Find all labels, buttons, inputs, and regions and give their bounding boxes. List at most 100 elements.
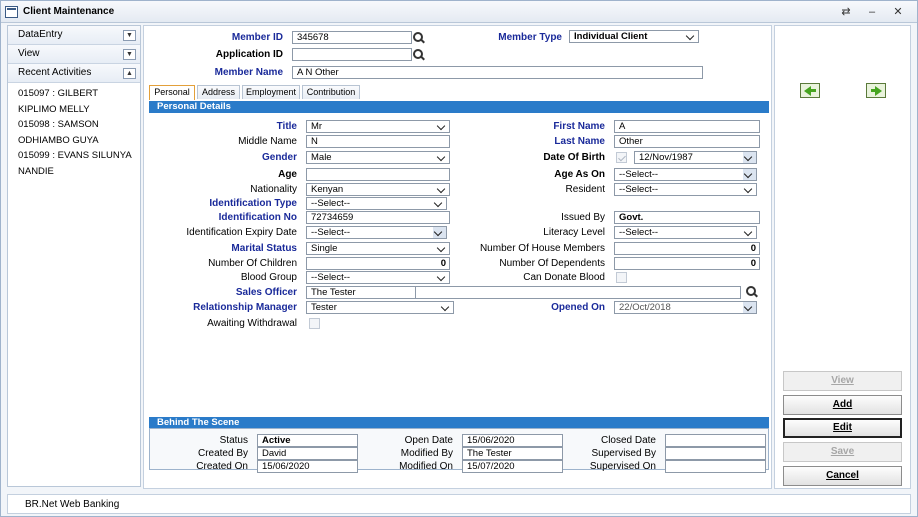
- minimize-icon[interactable]: –: [863, 4, 881, 20]
- list-item[interactable]: ODHIAMBO GUYA: [8, 133, 140, 149]
- age-field[interactable]: [306, 168, 450, 181]
- sales-officer-name-field[interactable]: [415, 286, 741, 299]
- chevron-down-icon[interactable]: ▼: [123, 30, 136, 41]
- save-button[interactable]: Save: [783, 442, 902, 462]
- title-bar: Client Maintenance ⇄ – ✕: [1, 1, 917, 23]
- close-icon[interactable]: ✕: [889, 4, 907, 20]
- tab-address[interactable]: Address: [197, 85, 240, 99]
- search-icon[interactable]: [413, 49, 425, 61]
- chevron-down-icon: [745, 229, 753, 235]
- tab-personal[interactable]: Personal: [149, 85, 195, 100]
- id-no-field[interactable]: 72734659: [306, 211, 450, 224]
- marital-status-select[interactable]: Single: [306, 242, 450, 255]
- sidebar-recent-label: Recent Activities: [18, 67, 92, 78]
- title-select[interactable]: Mr: [306, 120, 450, 133]
- last-name-field[interactable]: Other: [614, 135, 760, 148]
- relationship-manager-select[interactable]: Tester: [306, 301, 454, 314]
- next-record-button[interactable]: [866, 83, 886, 98]
- open-date-label: Open Date: [404, 435, 453, 446]
- edit-button[interactable]: Edit: [783, 418, 902, 438]
- dob-label: Date Of Birth: [543, 152, 605, 163]
- age-as-on-select[interactable]: --Select--: [614, 168, 757, 181]
- sidebar-recent[interactable]: Recent Activities ▲: [8, 64, 140, 83]
- literacy-select[interactable]: --Select--: [614, 226, 757, 239]
- main-panel: Member ID 345678 Application ID Member T…: [143, 25, 772, 489]
- relationship-manager-label: Relationship Manager: [193, 302, 297, 313]
- chevron-up-icon[interactable]: ▲: [123, 68, 136, 79]
- nationality-label: Nationality: [250, 184, 297, 195]
- status-bar: BR.Net Web Banking: [7, 494, 911, 514]
- view-button[interactable]: View: [783, 371, 902, 391]
- id-expiry-select[interactable]: --Select--: [306, 226, 447, 239]
- closed-date-field: [665, 434, 766, 447]
- nationality-value: Kenyan: [311, 184, 344, 195]
- blood-group-select[interactable]: --Select--: [306, 271, 450, 284]
- member-type-select[interactable]: Individual Client: [569, 30, 699, 43]
- marital-status-label: Marital Status: [231, 243, 297, 254]
- id-type-select[interactable]: --Select--: [306, 197, 447, 210]
- chevron-down-icon: [435, 200, 443, 206]
- add-button[interactable]: Add: [783, 395, 902, 415]
- donate-blood-checkbox[interactable]: [616, 272, 627, 283]
- first-name-field[interactable]: A: [614, 120, 760, 133]
- dob-checkbox[interactable]: [616, 152, 627, 163]
- children-field[interactable]: 0: [306, 257, 450, 270]
- application-id-field[interactable]: [292, 48, 412, 61]
- awaiting-withdrawal-label: Awaiting Withdrawal: [207, 318, 297, 329]
- list-item[interactable]: NANDIE: [8, 164, 140, 180]
- marital-status-value: Single: [311, 243, 338, 254]
- status-bar-text: BR.Net Web Banking: [25, 499, 120, 510]
- member-id-field[interactable]: 345678: [292, 31, 412, 44]
- member-name-field[interactable]: A N Other: [292, 66, 703, 79]
- list-item[interactable]: 015097 : GILBERT: [8, 86, 140, 102]
- age-label: Age: [278, 169, 297, 180]
- dropdown-button[interactable]: [743, 302, 756, 313]
- sidebar-view-label: View: [18, 48, 40, 59]
- list-item[interactable]: 015099 : EVANS SILUNYA: [8, 148, 140, 164]
- chevron-down-icon: [435, 229, 443, 235]
- dropdown-button[interactable]: [743, 152, 756, 163]
- previous-record-button[interactable]: [800, 83, 820, 98]
- action-panel: View Add Edit Save Cancel: [774, 25, 911, 489]
- gender-label: Gender: [261, 152, 297, 163]
- dob-picker[interactable]: 12/Nov/1987: [634, 151, 757, 164]
- issued-by-field[interactable]: Govt.: [614, 211, 760, 224]
- search-icon[interactable]: [746, 286, 758, 298]
- created-by-field: David: [257, 447, 358, 460]
- middle-name-field[interactable]: N: [306, 135, 450, 148]
- chevron-down-icon: [438, 154, 446, 160]
- sidebar-dataentry-label: DataEntry: [18, 29, 63, 40]
- blood-group-value: --Select--: [311, 272, 351, 283]
- window-title: Client Maintenance: [23, 6, 115, 17]
- awaiting-withdrawal-checkbox[interactable]: [309, 318, 320, 329]
- recent-list: 015097 : GILBERT KIPLIMO MELLY 015098 : …: [8, 83, 140, 179]
- created-by-label: Created By: [197, 448, 248, 459]
- sales-officer-field[interactable]: The Tester: [306, 286, 416, 299]
- restore-icon[interactable]: ⇄: [837, 4, 855, 20]
- chevron-down-icon[interactable]: ▼: [123, 49, 136, 60]
- list-item[interactable]: 015098 : SAMSON: [8, 117, 140, 133]
- dependents-label: Number Of Dependents: [499, 258, 605, 269]
- tab-contribution[interactable]: Contribution: [302, 85, 360, 99]
- tab-employment[interactable]: Employment: [242, 85, 300, 99]
- resident-value: --Select--: [619, 184, 659, 195]
- application-id-label: Application ID: [215, 49, 283, 60]
- chevron-down-icon: [745, 304, 753, 310]
- dropdown-button[interactable]: [743, 169, 756, 180]
- house-members-field[interactable]: 0: [614, 242, 760, 255]
- dependents-field[interactable]: 0: [614, 257, 760, 270]
- dropdown-button[interactable]: [433, 227, 446, 238]
- cancel-button[interactable]: Cancel: [783, 466, 902, 486]
- nationality-select[interactable]: Kenyan: [306, 183, 450, 196]
- modified-on-field: 15/07/2020: [462, 460, 563, 473]
- sidebar-view[interactable]: View ▼: [8, 45, 140, 64]
- list-item[interactable]: KIPLIMO MELLY: [8, 102, 140, 118]
- sidebar-dataentry[interactable]: DataEntry ▼: [8, 26, 140, 45]
- opened-on-picker[interactable]: 22/Oct/2018: [614, 301, 757, 314]
- gender-select[interactable]: Male: [306, 151, 450, 164]
- arrow-right-shaft: [871, 89, 877, 92]
- resident-select[interactable]: --Select--: [614, 183, 757, 196]
- literacy-value: --Select--: [619, 227, 659, 238]
- search-icon[interactable]: [413, 32, 425, 44]
- opened-on-value: 22/Oct/2018: [619, 302, 671, 313]
